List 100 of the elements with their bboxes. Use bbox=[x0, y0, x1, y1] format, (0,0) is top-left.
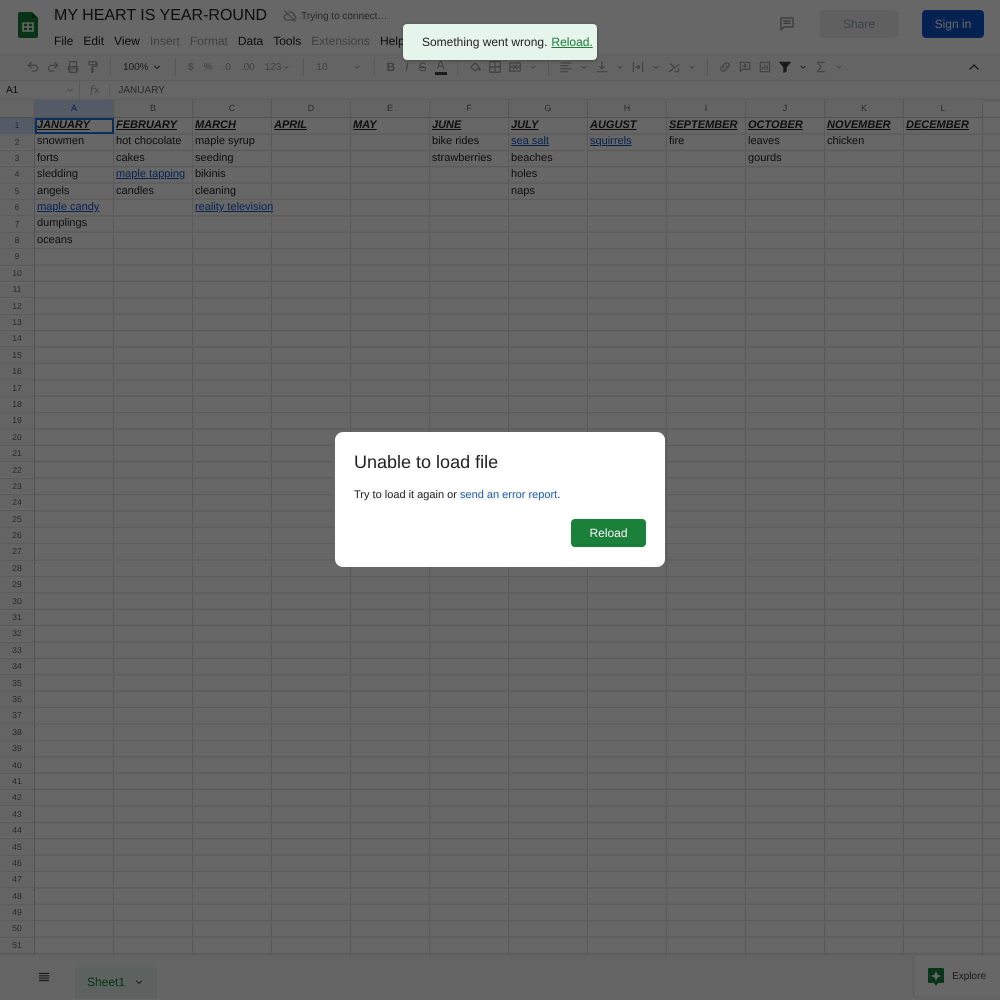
row-header[interactable]: 33 bbox=[0, 642, 35, 659]
borders-icon[interactable] bbox=[488, 60, 502, 74]
reload-button[interactable]: Reload bbox=[571, 519, 646, 547]
document-title[interactable]: MY HEART IS YEAR-ROUND bbox=[54, 6, 268, 26]
offline-icon[interactable] bbox=[283, 9, 298, 23]
row-header[interactable]: 32 bbox=[0, 626, 35, 642]
row-header[interactable]: 37 bbox=[0, 708, 35, 724]
row-header[interactable]: 51 bbox=[0, 938, 35, 954]
row-header[interactable]: 23 bbox=[0, 478, 35, 495]
link-cell[interactable]: maple tapping bbox=[116, 167, 186, 182]
column-header[interactable]: C bbox=[193, 100, 272, 118]
row-header[interactable]: 19 bbox=[0, 413, 35, 430]
row-header[interactable]: 49 bbox=[0, 904, 35, 922]
row-header[interactable]: 41 bbox=[0, 774, 35, 790]
row-header[interactable]: 27 bbox=[0, 544, 35, 561]
row-header[interactable]: 30 bbox=[0, 593, 35, 610]
add-comment-icon[interactable] bbox=[738, 60, 752, 74]
row-header[interactable]: 22 bbox=[0, 462, 35, 479]
column-header[interactable]: D bbox=[272, 100, 351, 118]
link-cell[interactable]: maple candy bbox=[37, 200, 100, 214]
row-header[interactable]: 47 bbox=[0, 872, 35, 888]
align-left-icon[interactable] bbox=[558, 60, 573, 74]
text-rotate-icon[interactable] bbox=[666, 60, 681, 74]
row-header[interactable]: 14 bbox=[0, 331, 35, 348]
row-header[interactable]: 18 bbox=[0, 396, 35, 414]
merge-cells-icon[interactable] bbox=[508, 60, 522, 74]
menu-item[interactable]: File bbox=[49, 30, 78, 52]
column-header[interactable]: E bbox=[351, 100, 430, 118]
link-icon[interactable] bbox=[718, 60, 732, 74]
row-header[interactable]: 13 bbox=[0, 314, 35, 332]
column-header[interactable]: H bbox=[588, 100, 667, 118]
row-header[interactable]: 3 bbox=[0, 150, 35, 168]
undo-icon[interactable] bbox=[26, 60, 40, 74]
row-header[interactable]: 34 bbox=[0, 658, 35, 676]
filter-icon[interactable] bbox=[778, 60, 792, 74]
row-header[interactable]: 9 bbox=[0, 249, 35, 266]
row-header[interactable]: 2 bbox=[0, 134, 35, 151]
column-header[interactable]: A bbox=[35, 100, 114, 118]
comment-icon[interactable] bbox=[778, 15, 796, 33]
row-header[interactable]: 43 bbox=[0, 806, 35, 823]
row-header[interactable]: 20 bbox=[0, 429, 35, 446]
zoom-dropdown[interactable]: 100% bbox=[121, 60, 165, 74]
row-header[interactable]: 31 bbox=[0, 610, 35, 626]
error-report-link[interactable]: send an error report bbox=[460, 488, 558, 501]
row-header[interactable]: 12 bbox=[0, 298, 35, 315]
redo-icon[interactable] bbox=[46, 60, 60, 74]
link-cell[interactable]: reality television bbox=[195, 200, 274, 214]
row-header[interactable]: 35 bbox=[0, 675, 35, 692]
row-header[interactable]: 21 bbox=[0, 446, 35, 462]
selected-cell[interactable]: JANUARY bbox=[35, 118, 114, 134]
row-header[interactable]: 10 bbox=[0, 266, 35, 282]
row-header[interactable]: 29 bbox=[0, 576, 35, 594]
menu-item[interactable]: View bbox=[109, 30, 145, 52]
reload-link[interactable]: Reload. bbox=[551, 33, 593, 51]
row-header[interactable]: 16 bbox=[0, 364, 35, 380]
row-header[interactable]: 28 bbox=[0, 560, 35, 577]
row-header[interactable]: 17 bbox=[0, 380, 35, 397]
text-wrap-icon[interactable] bbox=[630, 60, 645, 74]
sign-in-button[interactable]: Sign in bbox=[922, 10, 984, 38]
currency-format-button[interactable]: $ bbox=[186, 60, 196, 74]
row-header[interactable]: 15 bbox=[0, 347, 35, 364]
menu-item[interactable]: Edit bbox=[78, 30, 110, 52]
column-header[interactable]: B bbox=[114, 100, 193, 118]
cell-reference[interactable]: A1 bbox=[6, 82, 18, 98]
column-header[interactable]: J bbox=[746, 100, 825, 118]
row-header[interactable]: 38 bbox=[0, 724, 35, 741]
chart-icon[interactable] bbox=[758, 60, 772, 74]
row-header[interactable]: 8 bbox=[0, 232, 35, 250]
row-header[interactable]: 42 bbox=[0, 790, 35, 806]
row-header[interactable]: 4 bbox=[0, 167, 35, 184]
select-all-corner[interactable] bbox=[0, 100, 35, 118]
row-header[interactable]: 11 bbox=[0, 282, 35, 298]
link-cell[interactable]: sea salt bbox=[511, 134, 549, 148]
row-header[interactable]: 39 bbox=[0, 740, 35, 758]
column-header[interactable]: L bbox=[904, 100, 983, 118]
column-header[interactable]: F bbox=[430, 100, 509, 118]
row-header[interactable]: 6 bbox=[0, 200, 35, 216]
column-header[interactable]: G bbox=[509, 100, 588, 118]
row-header[interactable]: 44 bbox=[0, 822, 35, 840]
row-header[interactable]: 1 bbox=[0, 118, 35, 134]
menu-item[interactable]: Tools bbox=[268, 30, 306, 52]
menu-item[interactable]: Data bbox=[232, 30, 268, 52]
sheet-tab[interactable]: Sheet1 bbox=[75, 966, 158, 999]
row-header[interactable]: 26 bbox=[0, 528, 35, 544]
percent-format-button[interactable]: % bbox=[202, 60, 214, 74]
formula-input[interactable]: JANUARY bbox=[118, 82, 165, 98]
print-icon[interactable] bbox=[66, 60, 80, 74]
row-header[interactable]: 45 bbox=[0, 839, 35, 856]
row-header[interactable]: 5 bbox=[0, 184, 35, 200]
row-header[interactable]: 40 bbox=[0, 757, 35, 774]
paint-roller-icon[interactable] bbox=[86, 60, 100, 74]
row-header[interactable]: 36 bbox=[0, 692, 35, 708]
row-header[interactable]: 50 bbox=[0, 921, 35, 938]
row-header[interactable]: 24 bbox=[0, 494, 35, 512]
link-cell[interactable]: squirrels bbox=[590, 134, 632, 148]
row-header[interactable]: 46 bbox=[0, 856, 35, 872]
sheets-logo[interactable] bbox=[18, 12, 38, 38]
column-header[interactable]: K bbox=[825, 100, 904, 118]
paint-bucket-icon[interactable] bbox=[468, 60, 482, 74]
row-header[interactable]: 48 bbox=[0, 888, 35, 905]
